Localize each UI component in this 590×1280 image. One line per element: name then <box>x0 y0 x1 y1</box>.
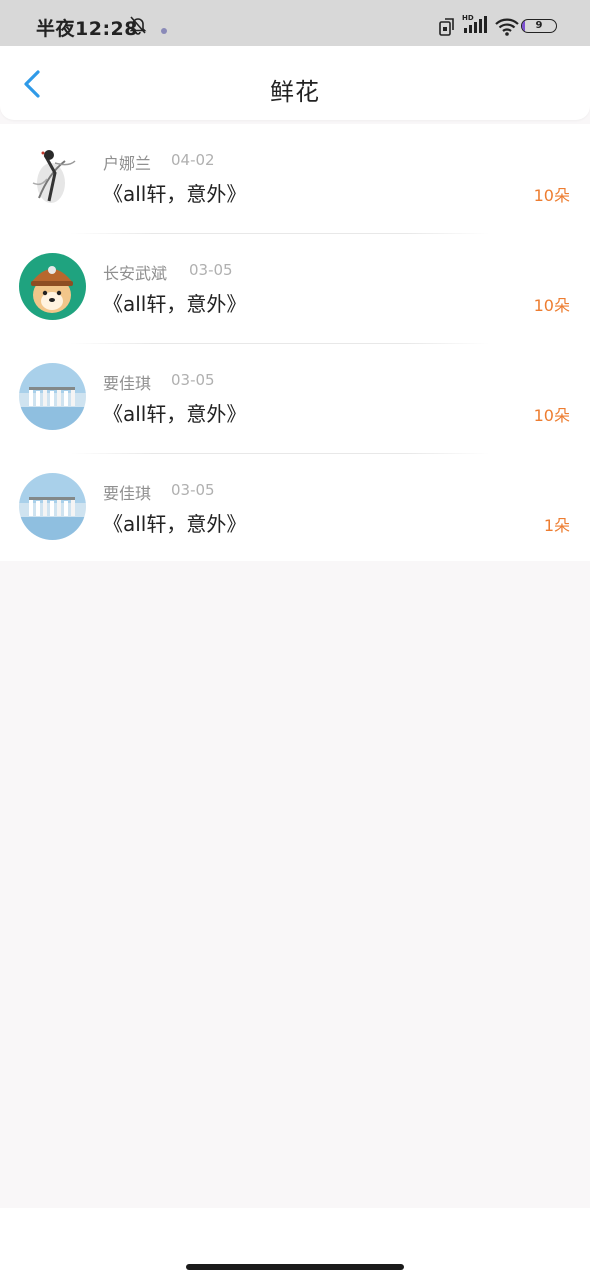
book-title: 《all轩，意外》 <box>103 292 247 316</box>
beach-group-avatar-image <box>19 363 86 430</box>
gift-date: 03-05 <box>189 261 233 279</box>
avatar[interactable] <box>19 253 86 320</box>
book-title: 《all轩，意外》 <box>103 512 247 536</box>
avatar[interactable] <box>19 143 86 210</box>
screen-rotate-icon <box>438 17 456 37</box>
gift-date: 03-05 <box>171 481 215 499</box>
book-title: 《all轩，意外》 <box>103 402 247 426</box>
beach-group-avatar-image <box>19 473 86 540</box>
flower-list: 户娜兰 04-02 《all轩，意外》 10朵 长安武斌 03-05 《all轩… <box>0 124 590 561</box>
flower-count: 10朵 <box>533 406 570 425</box>
avatar[interactable] <box>19 363 86 430</box>
shiba-avatar-image <box>19 253 86 320</box>
header-bar: 鲜花 <box>0 46 590 120</box>
home-indicator[interactable] <box>186 1264 404 1270</box>
flower-count: 1朵 <box>543 516 570 535</box>
bell-off-icon <box>128 15 148 35</box>
wifi-icon <box>494 17 520 37</box>
hd-signal-icon: HD <box>462 13 488 35</box>
battery-icon: 9 <box>521 19 557 33</box>
book-title: 《all轩，意外》 <box>103 182 247 206</box>
flower-count: 10朵 <box>533 186 570 205</box>
flower-count: 10朵 <box>533 296 570 315</box>
page-title: 鲜花 <box>270 78 320 106</box>
ink-painting-avatar-image <box>19 143 86 210</box>
svg-text:HD: HD <box>462 14 474 22</box>
gift-date: 03-05 <box>171 371 215 389</box>
notification-dot-icon <box>160 20 168 34</box>
user-name: 要佳琪 <box>103 484 152 503</box>
avatar[interactable] <box>19 473 86 540</box>
list-item[interactable]: 长安武斌 03-05 《all轩，意外》 10朵 <box>0 234 590 344</box>
battery-level: 9 <box>535 20 543 31</box>
status-bar: 半夜12:28 HD 9 <box>0 0 590 46</box>
user-name: 长安武斌 <box>103 264 168 283</box>
user-name: 户娜兰 <box>103 154 152 173</box>
list-item[interactable]: 要佳琪 03-05 《all轩，意外》 10朵 <box>0 344 590 454</box>
status-time: 半夜12:28 <box>36 18 138 40</box>
list-item[interactable]: 要佳琪 03-05 《all轩，意外》 1朵 <box>0 454 590 564</box>
battery-fill <box>522 20 526 32</box>
list-item[interactable]: 户娜兰 04-02 《all轩，意外》 10朵 <box>0 124 590 234</box>
gift-date: 04-02 <box>171 151 215 169</box>
user-name: 要佳琪 <box>103 374 152 393</box>
